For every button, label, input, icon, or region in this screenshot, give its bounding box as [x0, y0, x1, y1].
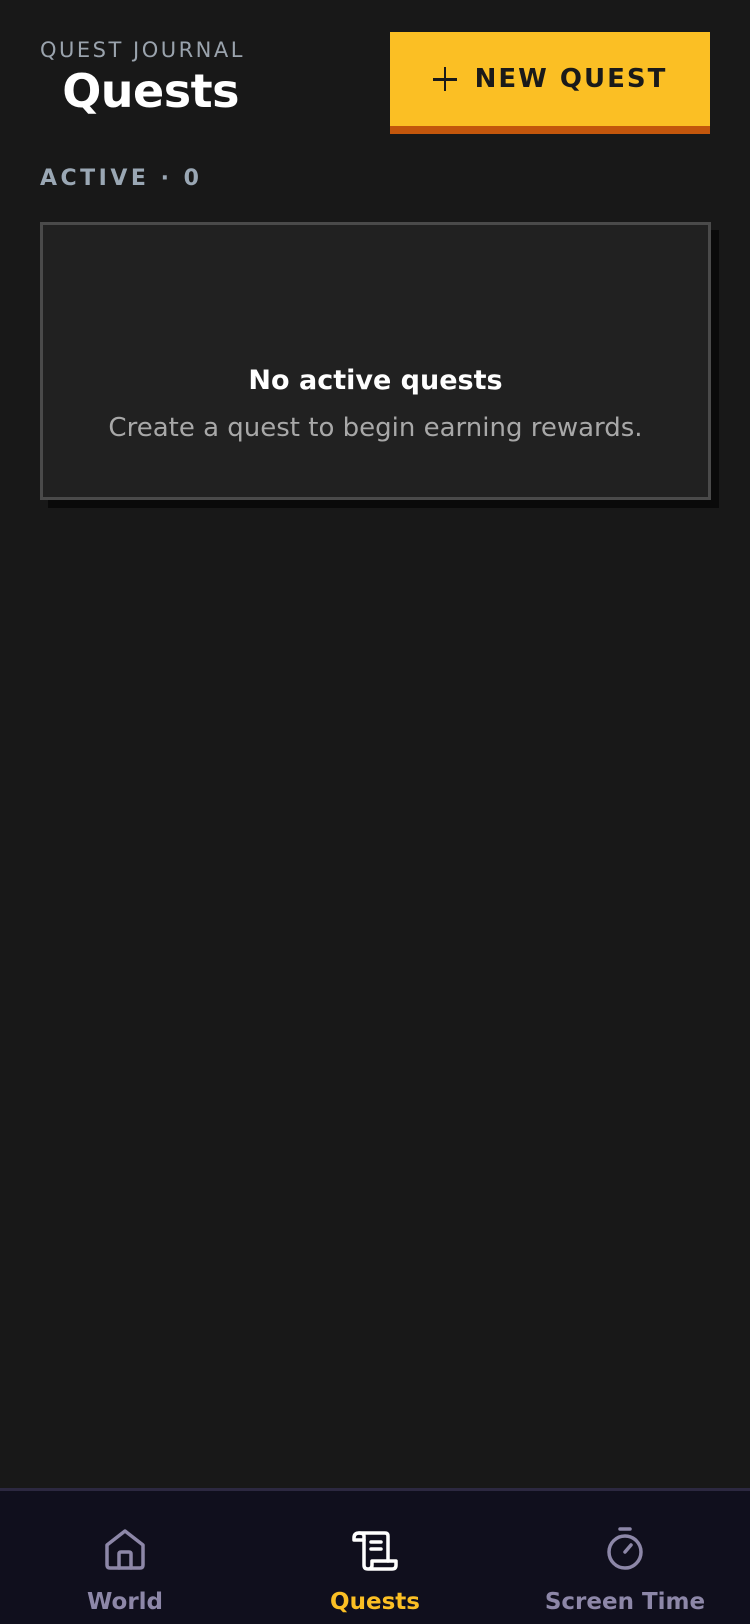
nav-item-world[interactable]: World — [0, 1491, 250, 1624]
empty-state-card: No active quests Create a quest to begin… — [40, 222, 711, 500]
new-quest-label: NEW QUEST — [474, 64, 668, 94]
empty-state-title: No active quests — [248, 365, 503, 396]
nav-label-world: World — [86, 1589, 164, 1615]
nav-label-quests: Quests — [330, 1589, 420, 1615]
plus-icon — [432, 67, 457, 91]
header-eyebrow: QUEST JOURNAL — [40, 38, 245, 62]
stopwatch-icon — [607, 1527, 643, 1570]
bottom-nav: World Quests Screen Time — [0, 1488, 750, 1624]
scroll-icon — [352, 1531, 398, 1571]
active-section-label: ACTIVE · 0 — [40, 166, 203, 191]
nav-item-screen-time[interactable]: Screen Time — [500, 1491, 750, 1624]
home-icon — [105, 1529, 145, 1570]
new-quest-button[interactable]: NEW QUEST — [390, 32, 710, 134]
empty-state-subtitle: Create a quest to begin earning rewards. — [108, 413, 643, 443]
nav-item-quests[interactable]: Quests — [250, 1491, 500, 1624]
page-title: Quests — [62, 64, 239, 118]
nav-label-screen-time: Screen Time — [544, 1589, 706, 1615]
